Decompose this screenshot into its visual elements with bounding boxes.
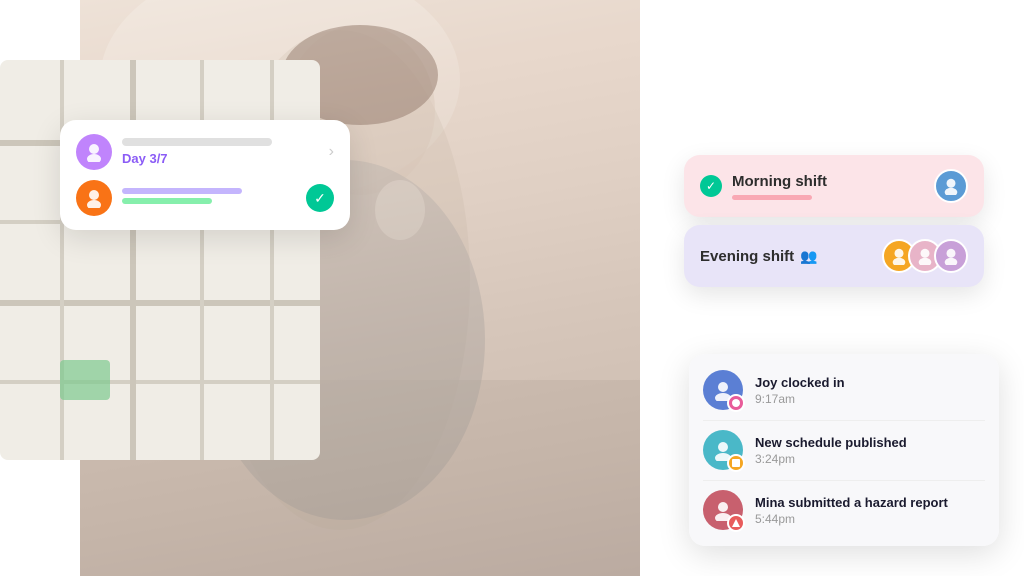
notif-title-3: Mina submitted a hazard report (755, 495, 985, 510)
notif-badge-1 (727, 394, 745, 412)
morning-shift-bar (732, 195, 812, 200)
day-info: Day 3/7 (122, 138, 319, 166)
notif-avatar-wrapper (703, 430, 743, 470)
notif-time-1: 9:17am (755, 392, 985, 406)
notification-item[interactable]: Joy clocked in 9:17am (689, 360, 999, 420)
notif-avatar-wrapper (703, 370, 743, 410)
chevron-right-icon[interactable]: › (329, 143, 334, 161)
notif-avatar-wrapper (703, 490, 743, 530)
notif-text-1: Joy clocked in 9:17am (755, 375, 985, 406)
people-icon: 👥 (800, 248, 817, 265)
notif-text-3: Mina submitted a hazard report 5:44pm (755, 495, 985, 526)
morning-shift-info: Morning shift (732, 173, 924, 200)
day-progress-bar (122, 138, 272, 146)
morning-shift-title: Morning shift (732, 173, 924, 190)
progress-bars (122, 188, 296, 208)
evening-shift-card[interactable]: Evening shift 👥 (684, 225, 984, 287)
progress-bar-2 (122, 198, 212, 204)
evening-avatar-3 (934, 239, 968, 273)
notification-item[interactable]: New schedule published 3:24pm (689, 420, 999, 480)
notif-text-2: New schedule published 3:24pm (755, 435, 985, 466)
morning-check-icon: ✓ (700, 175, 722, 197)
day-label: Day 3/7 (122, 151, 319, 166)
evening-shift-info: Evening shift 👥 (700, 248, 872, 265)
morning-shift-avatars (934, 169, 968, 203)
evening-shift-title: Evening shift (700, 248, 794, 265)
notif-time-2: 3:24pm (755, 452, 985, 466)
complete-check-icon: ✓ (306, 184, 334, 212)
notif-title-1: Joy clocked in (755, 375, 985, 390)
notif-time-3: 5:44pm (755, 512, 985, 526)
day-card-top: Day 3/7 › (76, 134, 334, 170)
day-card-bottom: ✓ (76, 180, 334, 216)
second-user-avatar (76, 180, 112, 216)
notifications-panel: Joy clocked in 9:17am New schedule publi… (689, 354, 999, 546)
map-road (60, 60, 64, 460)
evening-shift-title-row: Evening shift 👥 (700, 248, 872, 265)
map-location-pin (60, 360, 110, 400)
progress-bar-1 (122, 188, 242, 194)
notif-badge-3 (727, 514, 745, 532)
evening-shift-avatars (882, 239, 968, 273)
notif-badge-2 (727, 454, 745, 472)
day-tracker-card: Day 3/7 › ✓ (60, 120, 350, 230)
notification-item[interactable]: Mina submitted a hazard report 5:44pm (689, 480, 999, 540)
user-avatar (76, 134, 112, 170)
morning-avatar-1 (934, 169, 968, 203)
notif-title-2: New schedule published (755, 435, 985, 450)
morning-shift-card[interactable]: ✓ Morning shift (684, 155, 984, 217)
